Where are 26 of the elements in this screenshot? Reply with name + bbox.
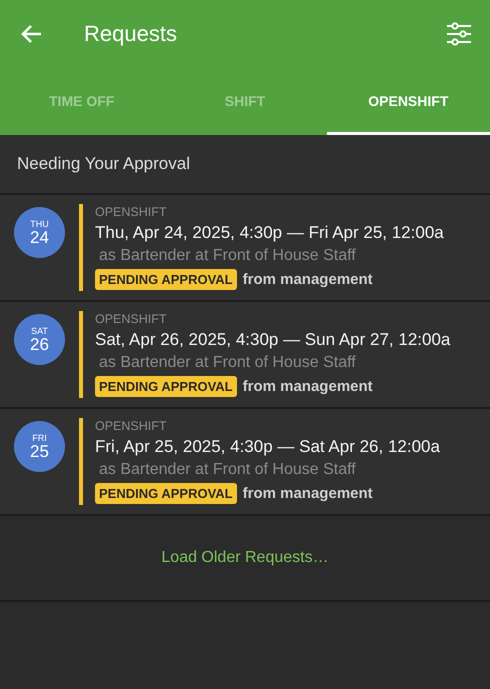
screen-title: Requests [84, 20, 178, 46]
request-card[interactable]: SAT 26 OPENSHIFT Sat, Apr 26, 2025, 4:30p — Sun Apr 27, 12:00a as Bartender at Front of House Staff PENDING APPROVAL from management [0, 302, 490, 409]
status-badge: PENDING APPROVAL [95, 376, 237, 397]
status-badge: PENDING APPROVAL [95, 269, 237, 290]
shift-time: Sat, Apr 26, 2025, 4:30p — Sun Apr 27, 12:00a [95, 329, 452, 351]
status-source: from management [242, 378, 373, 395]
filter-icon[interactable] [446, 22, 472, 46]
shift-time: Thu, Apr 24, 2025, 4:30p — Fri Apr 25, 12:00a [95, 222, 445, 244]
shift-time: Fri, Apr 25, 2025, 4:30p — Sat Apr 26, 12:00a [95, 436, 441, 458]
status-source: from management [242, 271, 373, 288]
status-source: from management [242, 485, 373, 502]
request-card[interactable]: FRI 25 OPENSHIFT Fri, Apr 25, 2025, 4:30p — Sat Apr 26, 12:00a as Bartender at Front of House Staff PENDING APPROVAL from management [0, 409, 490, 516]
shift-detail: as Bartender at Front of House Staff [98, 247, 357, 265]
request-card[interactable]: THU 24 OPENSHIFT Thu, Apr 24, 2025, 4:30p — Fri Apr 25, 12:00a as Bartender at Front of House Staff PENDING APPROVAL from management [0, 195, 490, 302]
shift-detail: as Bartender at Front of House Staff [98, 461, 357, 479]
date-badge: THU 24 [14, 207, 65, 258]
request-type: OPENSHIFT [95, 205, 168, 219]
status-badge: PENDING APPROVAL [95, 483, 237, 504]
date-badge: SAT 26 [14, 314, 65, 365]
section-title: Needing Your Approval [0, 135, 490, 195]
load-older-link[interactable]: Load Older Requests… [161, 549, 329, 567]
request-type: OPENSHIFT [95, 312, 168, 326]
date-badge: FRI 25 [14, 421, 65, 472]
back-icon[interactable] [20, 24, 42, 44]
shift-detail: as Bartender at Front of House Staff [98, 354, 357, 372]
request-type: OPENSHIFT [95, 419, 168, 433]
